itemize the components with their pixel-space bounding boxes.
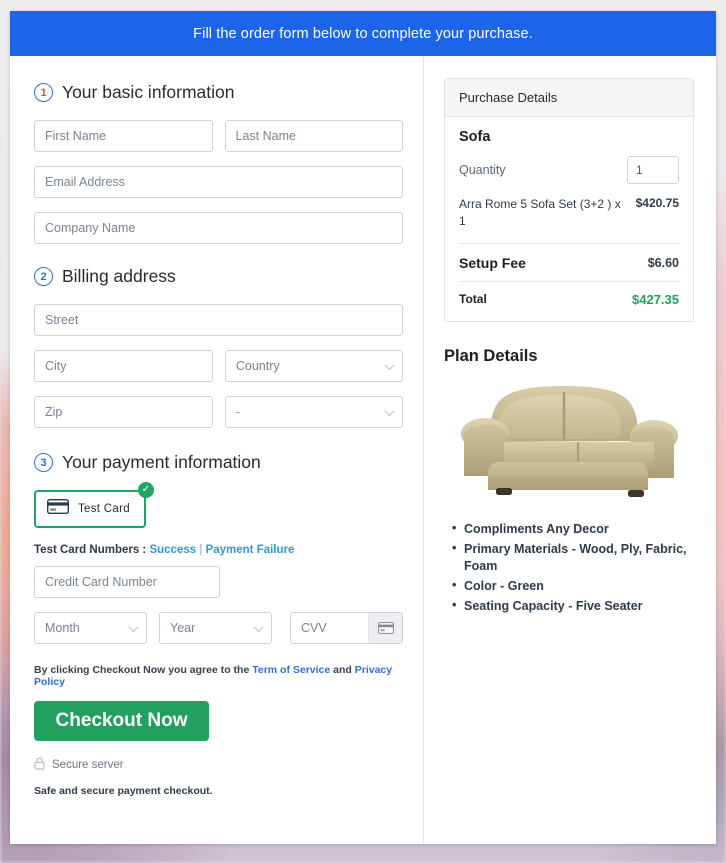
purchase-details-card: Purchase Details Sofa Quantity Arra Rome… [444,78,694,322]
cvv-input[interactable] [291,613,368,643]
expiry-month-wrapper [34,612,147,644]
terms-conjunction: and [333,664,352,676]
expiry-cvv-row [34,612,403,644]
state-select-wrapper [224,396,403,428]
step-title-billing-address: Billing address [62,266,176,286]
credit-card-number-input[interactable] [34,566,220,598]
country-select-wrapper [224,350,403,382]
step-number-1: 1 [34,83,53,102]
last-name-input[interactable] [224,120,403,152]
step-heading-payment-information: 3 Your payment information [34,452,403,473]
banner-text: Fill the order form below to complete yo… [193,25,533,42]
email-row [34,166,403,198]
credit-card-icon [368,613,402,643]
link-separator: | [199,544,203,556]
success-card-link[interactable]: Success [149,544,196,556]
payment-method-tile-wrapper: Test Card ✓ [34,482,154,528]
lock-icon [34,757,45,773]
safe-checkout-note: Safe and secure payment checkout. [34,785,213,797]
summary-column: Purchase Details Sofa Quantity Arra Rome… [424,56,716,844]
purchase-details-body: Sofa Quantity Arra Rome 5 Sofa Set (3+2 … [445,117,693,321]
quantity-row: Quantity [459,156,679,184]
list-item: Compliments Any Decor [452,520,694,539]
setup-fee-amount: $6.60 [647,255,679,270]
country-select[interactable] [224,350,403,382]
step-number-3: 3 [34,453,53,472]
zip-input[interactable] [34,396,213,428]
page-banner: Fill the order form below to complete yo… [10,11,716,56]
list-item: Color - Green [452,577,694,596]
test-card-numbers-row: Test Card Numbers : Success | Payment Fa… [34,544,403,556]
checkout-page: Fill the order form below to complete yo… [10,11,716,844]
credit-card-icon [46,498,70,519]
line-item-description: Arra Rome 5 Sofa Set (3+2 ) x 1 [459,197,621,229]
expiry-year-wrapper [159,612,272,644]
step-number-2: 2 [34,267,53,286]
company-name-input[interactable] [34,212,403,244]
step-heading-basic-information: 1 Your basic information [34,82,403,103]
payment-method-test-card[interactable]: Test Card [34,490,146,528]
terms-of-service-link[interactable]: Term of Service [252,664,330,676]
cvv-field-wrapper [290,612,403,644]
plan-details-title: Plan Details [444,346,538,365]
step-title-basic-information: Your basic information [62,82,235,102]
total-amount: $427.35 [632,291,679,307]
purchase-details-heading: Purchase Details [445,79,693,117]
list-item: Primary Materials - Wood, Ply, Fabric, F… [452,540,694,577]
line-item-amount: $420.75 [635,196,679,210]
expiry-month-select[interactable] [34,612,147,644]
state-select[interactable] [224,396,403,428]
email-input[interactable] [34,166,403,198]
company-row [34,212,403,244]
street-row [34,304,403,336]
street-input[interactable] [34,304,403,336]
payment-method-label: Test Card [78,503,130,515]
quantity-label: Quantity [459,163,506,177]
list-item: Seating Capacity - Five Seater [452,597,694,616]
city-input[interactable] [34,350,213,382]
quantity-input[interactable] [627,156,679,184]
test-card-numbers-label: Test Card Numbers : [34,544,147,556]
terms-agreement-text: By clicking Checkout Now you agree to th… [34,664,403,688]
secure-server-label: Secure server [52,759,124,771]
total-label: Total [459,292,487,307]
setup-fee-row: Setup Fee $6.60 [459,255,679,282]
step-title-payment-information: Your payment information [62,452,261,472]
checkout-body: 1 Your basic information 2 Billing addre… [10,56,716,844]
zip-state-row [34,396,403,428]
terms-prefix: By clicking Checkout Now you agree to th… [34,664,250,676]
setup-fee-label: Setup Fee [459,254,526,271]
total-row: Total $427.35 [459,292,679,307]
check-circle-icon: ✓ [137,482,154,498]
line-item-row: Arra Rome 5 Sofa Set (3+2 ) x 1 $420.75 [459,196,679,244]
order-form-column: 1 Your basic information 2 Billing addre… [10,56,424,844]
product-name: Sofa [459,129,491,145]
plan-feature-list: Compliments Any Decor Primary Materials … [444,520,694,616]
payment-failure-card-link[interactable]: Payment Failure [206,544,295,556]
step-heading-billing-address: 2 Billing address [34,266,403,287]
name-row [34,120,403,152]
city-country-row [34,350,403,382]
first-name-input[interactable] [34,120,213,152]
secure-server-row: Secure server [34,757,403,773]
checkout-now-button[interactable]: Checkout Now [34,701,209,741]
expiry-year-select[interactable] [159,612,272,644]
sofa-product-image [461,385,678,497]
